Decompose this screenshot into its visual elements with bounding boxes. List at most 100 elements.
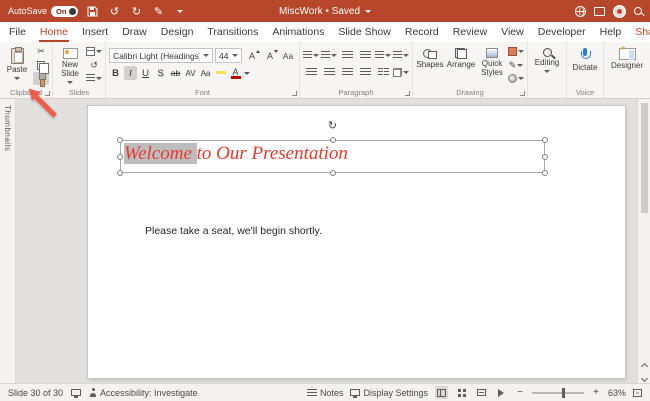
- columns-button[interactable]: [375, 65, 391, 79]
- editing-button[interactable]: Editing: [531, 45, 563, 85]
- title-textbox[interactable]: ↻ Welcome to Our Presentation: [120, 140, 545, 173]
- reset-slide-button[interactable]: ↺: [86, 59, 102, 72]
- font-name-combo[interactable]: Calibri Light (Headings): [109, 48, 213, 63]
- scrollbar-thumb[interactable]: [641, 103, 648, 213]
- thumbnails-panel[interactable]: Thumbnails: [0, 99, 16, 383]
- reading-view-button[interactable]: [475, 386, 488, 399]
- slide-sorter-view-button[interactable]: [455, 386, 468, 399]
- customize-toolbar-icon[interactable]: [172, 3, 188, 20]
- next-slide-icon[interactable]: [640, 375, 647, 382]
- vertical-scrollbar[interactable]: [637, 99, 650, 383]
- undo-icon[interactable]: ↺: [106, 3, 122, 20]
- tab-file[interactable]: File: [2, 22, 33, 42]
- paragraph-dialog-launcher[interactable]: [405, 91, 410, 96]
- tab-review[interactable]: Review: [446, 22, 494, 42]
- arrange-button[interactable]: Arrange: [446, 45, 476, 85]
- accessibility-checker[interactable]: Accessibility: Investigate: [89, 388, 198, 398]
- slideshow-view-button[interactable]: [495, 386, 508, 399]
- quick-styles-button[interactable]: Quick Styles: [478, 45, 506, 85]
- clipboard-dialog-launcher[interactable]: [45, 91, 50, 96]
- new-slide-button[interactable]: New Slide: [56, 45, 84, 85]
- shape-outline-button[interactable]: ✎: [508, 59, 524, 72]
- section-button[interactable]: [86, 72, 102, 85]
- slide-canvas[interactable]: ↻ Welcome to Our Presentation Please tak…: [88, 106, 625, 378]
- highlight-color-button[interactable]: [214, 66, 227, 80]
- tab-shape-format[interactable]: Shape Format: [628, 22, 650, 42]
- designer-button[interactable]: Designer: [607, 45, 647, 85]
- display-icon[interactable]: [71, 389, 81, 396]
- font-color-caret-icon[interactable]: [244, 72, 250, 75]
- line-spacing-button[interactable]: [393, 48, 409, 62]
- decrease-indent-button[interactable]: [339, 48, 355, 62]
- grow-font-button[interactable]: A: [244, 49, 260, 63]
- title-caret-icon[interactable]: [365, 10, 371, 13]
- resize-handle[interactable]: [542, 137, 548, 143]
- font-color-button[interactable]: A: [229, 66, 242, 80]
- strikethrough-button[interactable]: ab: [169, 66, 182, 80]
- shape-fill-button[interactable]: [508, 45, 524, 58]
- italic-button[interactable]: I: [124, 66, 137, 80]
- slide-indicator[interactable]: Slide 30 of 30: [8, 388, 63, 398]
- numbering-button[interactable]: [321, 48, 337, 62]
- resize-handle[interactable]: [117, 154, 123, 160]
- shapes-button[interactable]: Shapes: [416, 45, 444, 85]
- notes-button[interactable]: Notes: [307, 388, 344, 398]
- zoom-level[interactable]: 63%: [608, 388, 626, 398]
- previous-slide-icon[interactable]: [640, 363, 647, 370]
- dictate-button[interactable]: Dictate: [570, 45, 600, 85]
- clear-formatting-button[interactable]: Aa: [280, 49, 296, 63]
- tab-home[interactable]: Home: [33, 22, 75, 42]
- align-center-button[interactable]: [321, 65, 337, 79]
- tab-draw[interactable]: Draw: [115, 22, 154, 42]
- tab-record[interactable]: Record: [398, 22, 446, 42]
- resize-handle[interactable]: [117, 170, 123, 176]
- tab-transitions[interactable]: Transitions: [200, 22, 265, 42]
- character-spacing-button[interactable]: AV: [184, 66, 197, 80]
- normal-view-button[interactable]: [435, 386, 448, 399]
- zoom-slider-thumb[interactable]: [562, 388, 565, 398]
- font-size-combo[interactable]: 44: [215, 48, 242, 63]
- zoom-slider[interactable]: [532, 392, 584, 394]
- slide-layout-button[interactable]: [86, 45, 102, 58]
- resize-handle[interactable]: [117, 137, 123, 143]
- user-avatar[interactable]: [613, 5, 626, 18]
- change-case-button[interactable]: Aa: [199, 66, 212, 80]
- pen-icon[interactable]: ✎: [150, 3, 166, 20]
- format-painter-button[interactable]: [33, 72, 49, 85]
- slide-title-text[interactable]: Welcome to Our Presentation: [124, 143, 348, 165]
- text-shadow-button[interactable]: S: [154, 66, 167, 80]
- cut-button[interactable]: ✂: [33, 45, 49, 58]
- resize-handle[interactable]: [330, 170, 336, 176]
- autosave-control[interactable]: AutoSave On: [8, 6, 78, 17]
- bullets-button[interactable]: [303, 48, 319, 62]
- text-direction-button[interactable]: [375, 48, 391, 62]
- drawing-dialog-launcher[interactable]: [520, 91, 525, 96]
- align-left-button[interactable]: [303, 65, 319, 79]
- tab-design[interactable]: Design: [154, 22, 201, 42]
- bold-button[interactable]: B: [109, 66, 122, 80]
- justify-button[interactable]: [357, 65, 373, 79]
- align-right-button[interactable]: [339, 65, 355, 79]
- tab-animations[interactable]: Animations: [265, 22, 331, 42]
- display-settings-button[interactable]: Display Settings: [350, 388, 428, 398]
- rotate-handle-icon[interactable]: ↻: [328, 121, 337, 132]
- redo-icon[interactable]: ↻: [128, 3, 144, 20]
- presence-globe-icon[interactable]: [575, 6, 586, 17]
- resize-handle[interactable]: [542, 154, 548, 160]
- autosave-toggle[interactable]: On: [51, 6, 78, 17]
- save-icon[interactable]: [84, 3, 100, 20]
- resize-handle[interactable]: [542, 170, 548, 176]
- tab-insert[interactable]: Insert: [75, 22, 115, 42]
- font-dialog-launcher[interactable]: [292, 91, 297, 96]
- zoom-in-button[interactable]: +: [591, 387, 601, 398]
- tab-view[interactable]: View: [494, 22, 531, 42]
- slide-body-text[interactable]: Please take a seat, we'll begin shortly.: [145, 225, 322, 237]
- ribbon-display-icon[interactable]: [594, 7, 605, 16]
- search-icon[interactable]: [634, 7, 642, 15]
- tab-help[interactable]: Help: [593, 22, 629, 42]
- shrink-font-button[interactable]: A: [262, 49, 278, 63]
- tab-slide-show[interactable]: Slide Show: [331, 22, 398, 42]
- shape-effects-button[interactable]: [508, 72, 524, 85]
- increase-indent-button[interactable]: [357, 48, 373, 62]
- convert-smartart-button[interactable]: [393, 65, 409, 79]
